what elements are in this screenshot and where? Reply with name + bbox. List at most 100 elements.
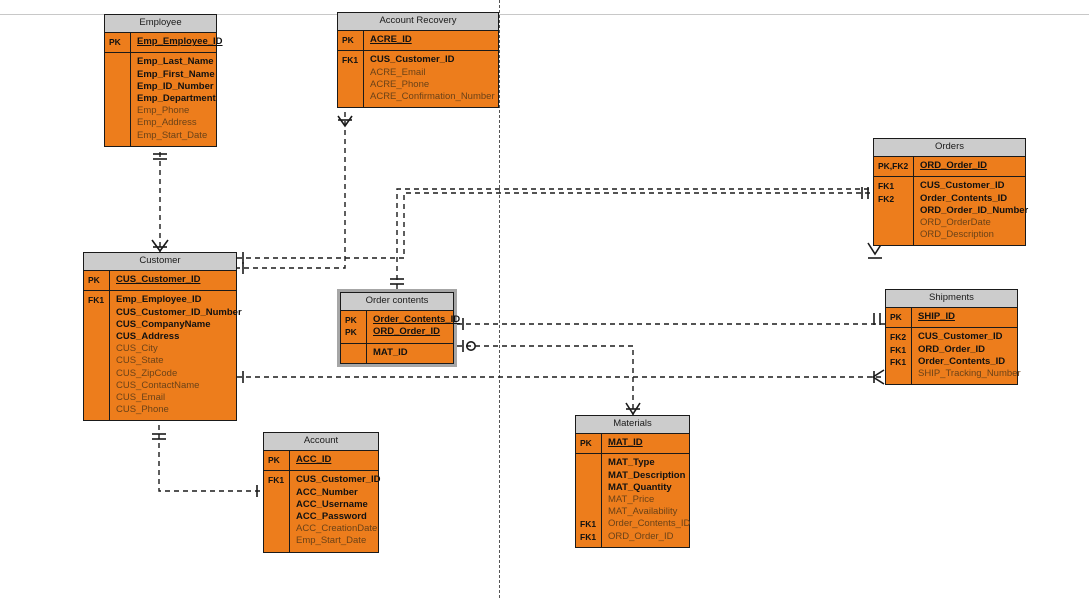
entity-pk-section: PK ACRE_ID: [338, 31, 498, 52]
key-tag: FK1: [580, 519, 597, 530]
attribute-field: ORD_Order_ID_Number: [920, 204, 1029, 216]
attribute-field: CUS_Phone: [116, 404, 169, 416]
key-tag: FK1: [890, 356, 907, 367]
entity-title: Order contents: [341, 293, 453, 312]
entity-body: Shipments PK SHIP_ID FK2 FK1 FK1 CUS_Customer_…: [886, 290, 1021, 385]
attribute-field: CUS_CompanyName: [116, 318, 211, 330]
attribute-field: CUS_Customer_ID: [920, 180, 1005, 192]
key-tag: PK: [345, 315, 357, 326]
pk-key-column: PK: [886, 308, 912, 328]
line-ordercontents-materials: [457, 345, 634, 415]
entity-attribute-section: MAT_ID: [341, 343, 453, 363]
pk-key-column: PK: [105, 33, 131, 53]
pk-field-column: SHIP_ID: [912, 308, 1017, 327]
entity-attribute-section: FK2 FK1 FK1 CUS_Customer_ID ORD_Order_ID Orde…: [886, 328, 1021, 385]
entity-pk-section: PK CUS_Customer_ID: [84, 271, 236, 292]
key-tag: PK: [88, 275, 100, 286]
attribute-field: CUS_Address: [116, 331, 180, 343]
entity-customer[interactable]: Customer PK CUS_Customer_ID FK1 Emp_Employee…: [83, 252, 242, 422]
key-tag: FK1: [342, 55, 359, 66]
pk-field-column: ORD_Order_ID: [914, 157, 1025, 176]
card-many-customer-top: [151, 239, 169, 253]
entity-pk-section: PK Emp_Employee_ID: [105, 33, 223, 54]
entity-employee[interactable]: Employee PK Emp_Employee_ID Emp_Last_Name Em…: [104, 14, 223, 147]
key-tag: FK1: [890, 344, 907, 355]
attribute-field-column: CUS_Customer_ID ACC_Number ACC_Username ACC…: [290, 471, 385, 551]
attribute-field: ACC_Username: [296, 498, 368, 510]
entity-attribute-section: FK1 FK2 CUS_Customer_ID Order_Contents_ID OR…: [874, 177, 1029, 246]
entity-account-recovery[interactable]: Account Recovery PK ACRE_ID FK1 CUS_Customer…: [337, 12, 499, 109]
attribute-field: ACRE_Phone: [370, 78, 430, 90]
pk-key-column: PK: [576, 434, 602, 454]
entity-materials[interactable]: Materials PK MAT_ID FK1 FK1 MAT_Type MAT_Descr…: [575, 415, 690, 548]
pk-key-column: PK,FK2: [874, 157, 914, 177]
card-many-materials-top: [625, 402, 641, 416]
entity-title: Customer: [84, 253, 236, 272]
entity-pk-section: PK,FK2 ORD_Order_ID: [874, 157, 1025, 178]
pk-field-column: CUS_Customer_ID: [110, 271, 236, 290]
line-accountrecovery-customer: [237, 112, 346, 269]
attribute-field-column: MAT_ID: [367, 344, 453, 363]
pk-field-column: ACRE_ID: [364, 31, 498, 50]
entity-title: Account Recovery: [338, 13, 498, 32]
entity-pk-section: PK MAT_ID: [576, 434, 689, 455]
entity-title: Materials: [576, 416, 689, 435]
entity-shipments[interactable]: Shipments PK SHIP_ID FK2 FK1 FK1 CUS_Customer_…: [885, 289, 1021, 386]
entity-body: Account Recovery PK ACRE_ID FK1 CUS_Customer…: [338, 13, 498, 108]
attribute-field: MAT_Type: [608, 457, 655, 469]
attribute-field-column: MAT_Type MAT_Description MAT_Quantity MAT_P…: [602, 454, 695, 546]
key-tag: PK: [580, 438, 592, 449]
entity-account[interactable]: Account PK ACC_ID FK1 CUS_Customer_ID ACC_Num…: [263, 432, 380, 553]
attribute-field: ORD_Order_ID: [608, 530, 674, 542]
attribute-field: Emp_Employee_ID: [137, 36, 223, 48]
attribute-field: CUS_Customer_ID: [370, 54, 455, 66]
attribute-field: Emp_Start_Date: [137, 129, 208, 141]
attribute-key-column: [341, 343, 367, 363]
attribute-field-column: Emp_Last_Name Emp_First_Name Emp_ID_Number…: [131, 53, 221, 145]
attribute-field: MAT_ID: [373, 346, 408, 358]
attribute-field: Order_Contents_ID: [373, 314, 461, 326]
entity-title: Orders: [874, 139, 1025, 158]
attribute-key-column: [105, 53, 131, 146]
line-customer-orders: [237, 192, 873, 259]
entity-attribute-section: FK1 FK1 MAT_Type MAT_Description MAT_Quantit…: [576, 454, 690, 547]
key-tag: PK: [345, 327, 357, 338]
pk-key-column: PK PK: [341, 311, 367, 343]
entity-pk-section: PK SHIP_ID: [886, 308, 1017, 329]
line-ordercontents-orders: [396, 188, 876, 289]
entity-pk-section: PK ACC_ID: [264, 451, 378, 472]
attribute-field: Emp_Department: [137, 93, 216, 105]
attribute-field: CUS_Customer_ID: [116, 274, 201, 286]
attribute-field: CUS_Email: [116, 392, 166, 404]
attribute-key-column: FK2 FK1 FK1: [886, 328, 912, 385]
attribute-field: ACC_Number: [296, 486, 358, 498]
key-tag: [580, 506, 601, 518]
attribute-field: CUS_Customer_ID: [918, 331, 1003, 343]
pk-key-column: PK: [84, 271, 110, 291]
entity-body: Account PK ACC_ID FK1 CUS_Customer_ID ACC_Num…: [264, 433, 380, 552]
attribute-field: SHIP_ID: [918, 311, 955, 323]
attribute-field: ACC_Password: [296, 511, 367, 523]
attribute-field: CUS_Customer_ID_Number: [116, 306, 242, 318]
attribute-field: ACRE_ID: [370, 34, 412, 46]
attribute-field: MAT_Quantity: [608, 481, 672, 493]
attribute-field: CUS_State: [116, 355, 164, 367]
entity-attribute-section: FK1 CUS_Customer_ID ACRE_Email ACRE_Phone AC…: [338, 51, 498, 108]
entity-body: Employee PK Emp_Employee_ID Emp_Last_Name Em…: [105, 15, 223, 146]
entity-body: Orders PK,FK2 ORD_Order_ID FK1 FK2 CUS_Custom…: [874, 139, 1029, 246]
attribute-field: ACRE_Confirmation_Number: [370, 91, 495, 103]
attribute-field: MAT_Price: [608, 494, 655, 506]
attribute-field: Emp_Employee_ID: [116, 294, 202, 306]
attribute-field: ORD_Order_ID: [373, 326, 441, 338]
entity-title: Shipments: [886, 290, 1017, 309]
entity-order-contents[interactable]: Order contents PK PK Order_Contents_ID ORD_O…: [337, 289, 461, 367]
attribute-field: Emp_Start_Date: [296, 535, 367, 547]
attribute-field: CUS_ZipCode: [116, 367, 178, 379]
attribute-field: ACC_ID: [296, 454, 332, 466]
attribute-field: CUS_Customer_ID: [296, 474, 381, 486]
attribute-field: ACC_CreationDate: [296, 523, 378, 535]
entity-orders[interactable]: Orders PK,FK2 ORD_Order_ID FK1 FK2 CUS_Custom…: [873, 138, 1029, 247]
attribute-field: CUS_City: [116, 343, 158, 355]
key-tag: FK1: [878, 181, 895, 192]
er-diagram-canvas: Employee PK Emp_Employee_ID Emp_Last_Name Em…: [0, 0, 1089, 598]
